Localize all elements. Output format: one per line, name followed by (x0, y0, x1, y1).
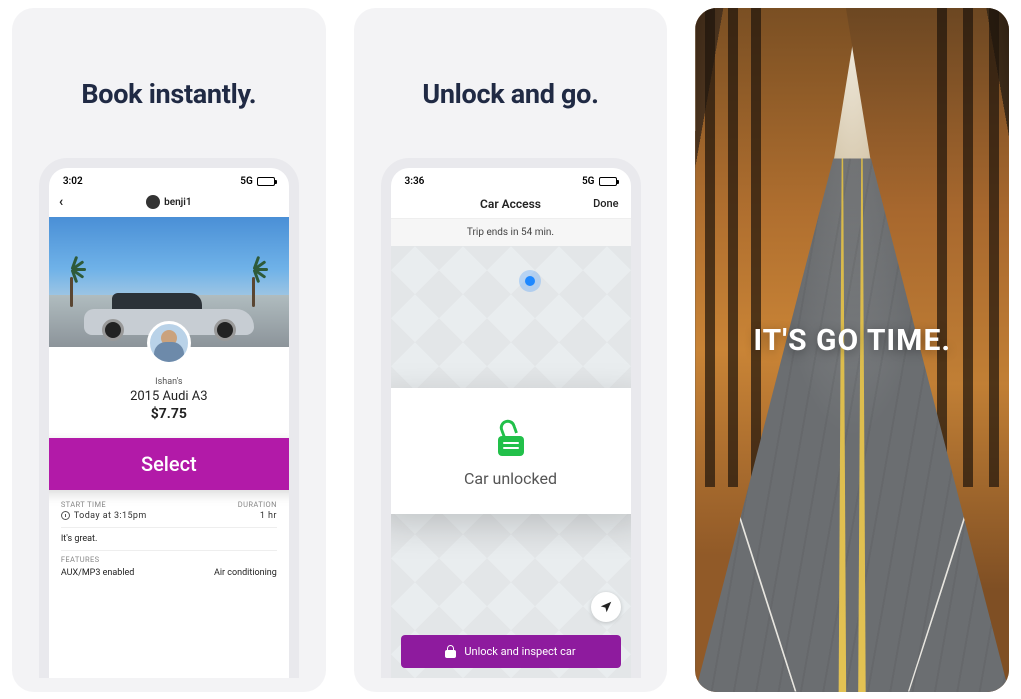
clock-icon (61, 511, 70, 520)
battery-icon (599, 177, 617, 186)
ios-status-bar: 3:02 5G (49, 168, 289, 191)
location-dot-icon (525, 276, 535, 286)
listing-nav: ‹ benji1 (49, 191, 289, 217)
panel-headline: Book instantly. (81, 78, 256, 110)
status-signal: 5G (582, 176, 595, 187)
ios-status-bar: 3:36 5G (391, 168, 631, 191)
listing-summary: Ishan's 2015 Audi A3 $7.75 (49, 347, 289, 432)
car-title: 2015 Audi A3 (49, 389, 289, 404)
status-time: 3:36 (405, 176, 425, 187)
start-time-label: START TIME (61, 500, 106, 509)
features-label: FEATURES (49, 551, 289, 566)
car-unlocked-toast: Car unlocked (381, 388, 641, 514)
recenter-button[interactable] (591, 592, 621, 622)
meta-value-row: Today at 3:15pm 1 hr (49, 509, 289, 527)
go-time-overlay: IT'S GO TIME. (695, 323, 1009, 358)
lane-line (858, 158, 866, 692)
unlock-inspect-button[interactable]: Unlock and inspect car (401, 635, 621, 668)
battery-icon (257, 177, 275, 186)
feature-item: AUX/MP3 enabled (61, 568, 135, 578)
panel-headline: Unlock and go. (422, 78, 598, 110)
palm-tree-icon (63, 257, 81, 307)
trip-timer: Trip ends in 54 min. (391, 219, 631, 246)
status-signal: 5G (240, 176, 253, 187)
lock-icon (445, 645, 456, 658)
host-avatar-icon (146, 195, 160, 209)
features-row: AUX/MP3 enabled Air conditioning (49, 566, 289, 588)
toast-text: Car unlocked (381, 469, 641, 488)
host-handle[interactable]: benji1 (146, 195, 191, 209)
start-time-value[interactable]: Today at 3:15pm (61, 511, 147, 521)
phone-mock-unlock: 3:36 5G Car Access Done Trip ends in 54 … (381, 158, 641, 678)
select-button[interactable]: Select (39, 438, 299, 490)
price: $7.75 (49, 406, 289, 422)
unlocked-padlock-icon (495, 418, 527, 456)
owner-avatar[interactable] (147, 321, 191, 365)
duration-label: DURATION (238, 500, 277, 509)
done-button[interactable]: Done (593, 197, 618, 210)
owner-name: Ishan's (49, 377, 289, 387)
status-time: 3:02 (63, 176, 83, 187)
phone-mock-listing: 3:02 5G ‹ benji1 (39, 158, 299, 678)
back-chevron-icon[interactable]: ‹ (59, 194, 63, 210)
feature-item: Air conditioning (214, 568, 277, 578)
promo-panel-unlock: Unlock and go. 3:36 5G Car Access Done T… (354, 8, 668, 692)
car-access-nav: Car Access Done (391, 191, 631, 219)
compass-arrow-icon (599, 600, 613, 614)
nav-title: Car Access (480, 197, 541, 211)
meta-header-row: START TIME DURATION (49, 496, 289, 509)
duration-value[interactable]: 1 hr (260, 511, 277, 521)
promo-panel-book: Book instantly. 3:02 5G ‹ benji1 (12, 8, 326, 692)
promo-panel-go-time: IT'S GO TIME. (695, 8, 1009, 692)
listing-note: It's great. (49, 528, 289, 550)
lane-line (839, 158, 847, 692)
